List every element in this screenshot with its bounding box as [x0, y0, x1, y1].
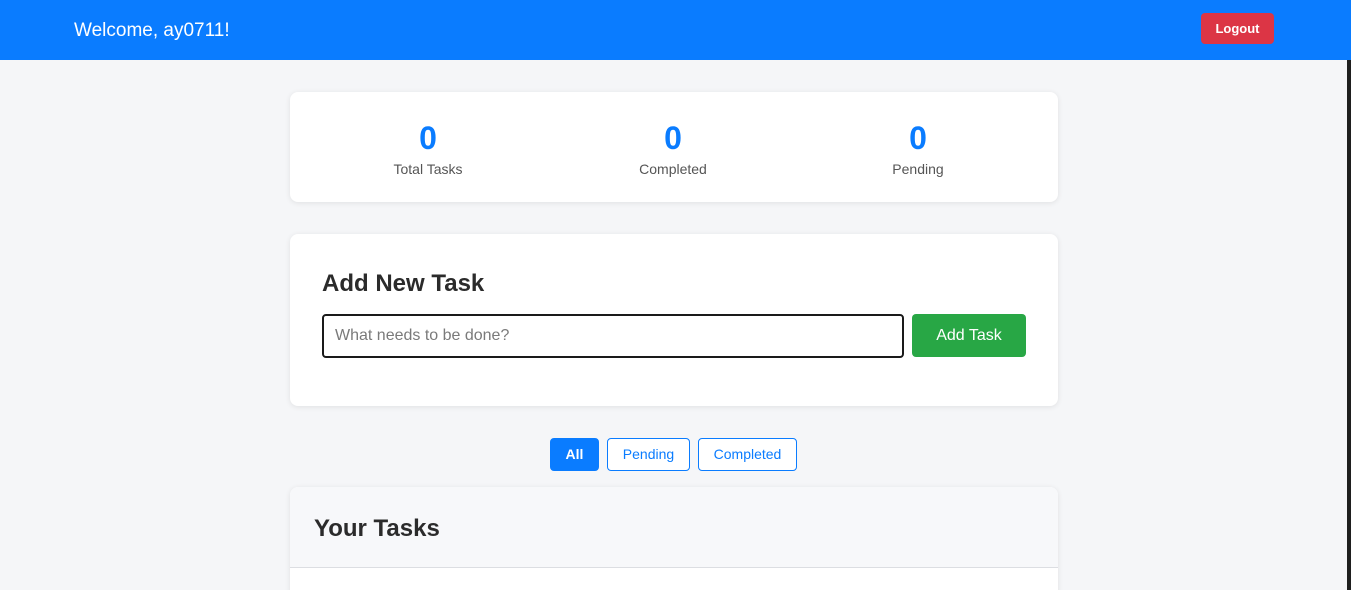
filter-completed-button[interactable]: Completed	[698, 438, 797, 471]
tasks-list-card: Your Tasks	[290, 487, 1058, 590]
total-tasks-count: 0	[419, 120, 437, 156]
stat-total-tasks: 0 Total Tasks	[328, 120, 528, 178]
filter-pending-button[interactable]: Pending	[607, 438, 690, 471]
pending-tasks-label: Pending	[892, 161, 944, 177]
stats-card: 0 Total Tasks 0 Completed 0 Pending	[290, 92, 1058, 202]
todo-app-page: Welcome, ay0711! Logout 0 Total Tasks 0 …	[0, 0, 1351, 590]
add-task-title: Add New Task	[322, 270, 485, 297]
stat-completed-tasks: 0 Completed	[573, 120, 773, 178]
completed-tasks-label: Completed	[639, 161, 707, 177]
filter-all-button[interactable]: All	[550, 438, 599, 471]
tasks-list-title: Your Tasks	[314, 515, 440, 542]
pending-tasks-count: 0	[909, 120, 927, 156]
add-task-button[interactable]: Add Task	[912, 314, 1026, 357]
new-task-input[interactable]	[322, 314, 904, 358]
stat-pending-tasks: 0 Pending	[818, 120, 1018, 178]
welcome-message: Welcome, ay0711!	[74, 20, 230, 41]
top-navbar: Welcome, ay0711! Logout	[0, 0, 1351, 60]
total-tasks-label: Total Tasks	[393, 161, 463, 177]
logout-button[interactable]: Logout	[1201, 13, 1274, 44]
window-edge-divider	[1347, 60, 1351, 590]
add-task-card: Add New Task Add Task	[290, 234, 1058, 406]
completed-tasks-count: 0	[664, 120, 682, 156]
tasks-list-header: Your Tasks	[290, 487, 1058, 568]
